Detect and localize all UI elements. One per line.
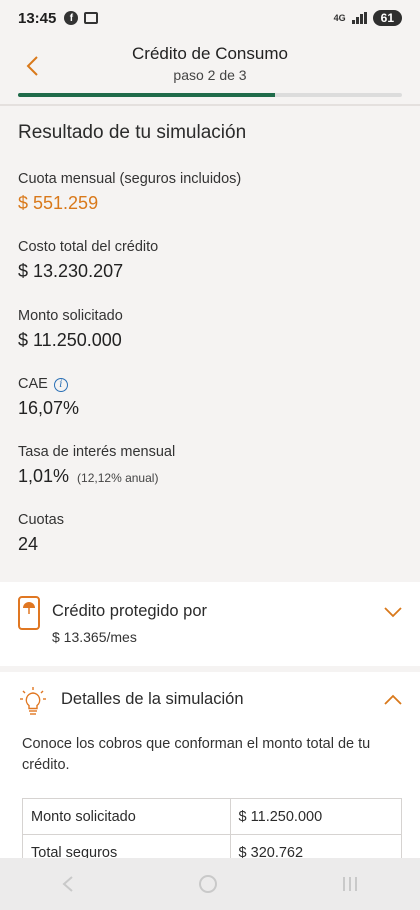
chevron-down-icon[interactable] (384, 606, 402, 618)
details-description: Conoce los cobros que conforman el monto… (22, 736, 371, 773)
field-label-cuota: Cuota mensual (seguros incluidos) (18, 171, 242, 187)
field-value-cuotas: 24 (18, 534, 39, 554)
protection-title: Crédito protegido por (52, 602, 208, 620)
progress-fill (18, 93, 276, 97)
nav-back-icon[interactable] (61, 875, 75, 893)
field-label-tasa: Tasa de interés mensual (18, 444, 176, 460)
field-value-cae: 16,07% (18, 398, 80, 418)
field-label-cae: CAE i (18, 376, 68, 392)
battery-icon: 61 (372, 10, 402, 26)
field-value-tasa: 1,01% (12,12% anual) (18, 466, 158, 487)
section-title: Resultado de tu simulación (18, 122, 247, 143)
field-value-costo: $ 13.230.207 (18, 261, 124, 281)
chevron-up-icon[interactable] (384, 694, 402, 706)
field-label-cuotas: Cuotas (18, 512, 64, 528)
page-title: Crédito de Consumo (132, 44, 288, 63)
nav-recents-icon[interactable] (341, 875, 359, 893)
cae-label: CAE (18, 376, 48, 392)
lightbulb-icon (20, 686, 46, 721)
status-bar: 13:45 f 4G 61 (0, 0, 420, 36)
status-time: 13:45 (18, 9, 57, 27)
field-label-costo: Costo total del crédito (18, 239, 159, 255)
screenshot-icon (84, 12, 99, 24)
tasa-annual-note: (12,12% anual) (77, 471, 159, 485)
row-value: $ 11.250.000 (229, 798, 403, 835)
facebook-icon: f (64, 11, 79, 25)
network-label: 4G (333, 13, 346, 23)
protection-price: $ 13.365/mes (52, 629, 137, 645)
progress-bar (18, 93, 402, 97)
info-icon[interactable]: i (53, 377, 68, 392)
field-label-monto: Monto solicitado (18, 308, 123, 324)
details-title: Detalles de la simulación (61, 690, 244, 708)
step-indicator: paso 2 de 3 (173, 67, 247, 83)
system-nav-bar (0, 858, 420, 910)
umbrella-icon (18, 596, 40, 630)
tasa-value: 1,01% (18, 466, 70, 486)
row-label: Monto solicitado (22, 798, 231, 835)
app-header: Crédito de Consumo paso 2 de 3 (0, 36, 420, 97)
protection-card[interactable]: Crédito protegido por $ 13.365/mes (0, 582, 420, 666)
field-value-monto: $ 11.250.000 (18, 330, 122, 350)
field-value-cuota: $ 551.259 (18, 193, 99, 213)
details-card: Detalles de la simulación Conoce los cob… (0, 672, 420, 871)
nav-home-icon[interactable] (198, 874, 218, 894)
divider (0, 104, 420, 106)
table-row: Monto solicitado $ 11.250.000 (22, 798, 403, 835)
signal-icon (351, 12, 367, 24)
